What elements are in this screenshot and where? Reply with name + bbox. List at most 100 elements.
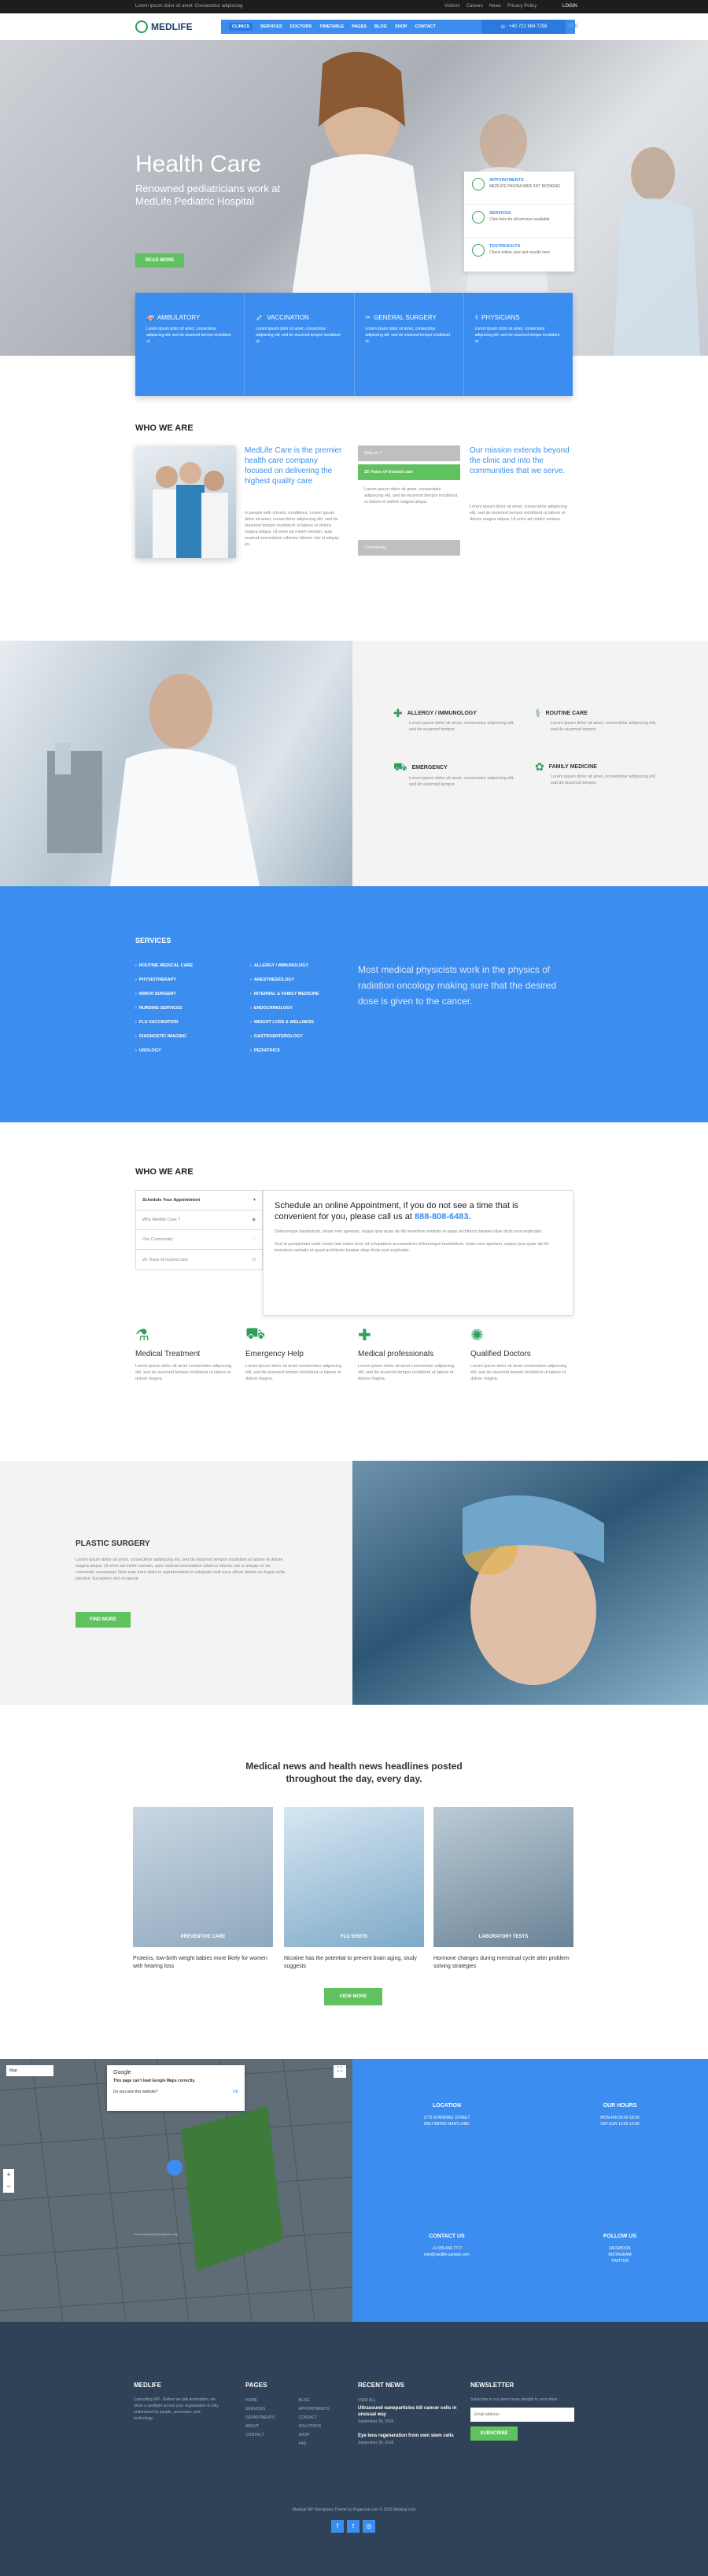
news-card-preventive[interactable]: PREVENTIVE CARE Proteins, low-birth weig… [133,1807,273,1971]
service-link[interactable]: GASTROENTEROLOGY [250,1029,360,1044]
footer-link[interactable]: FAQ [298,2440,340,2448]
footer-link[interactable]: SHOP [298,2431,340,2440]
footer-link[interactable]: DEPARTMENTS [245,2414,275,2423]
instagram-icon[interactable]: ◎ [363,2520,375,2533]
footer-news-title[interactable]: Eye lens regeneration from own stem cell… [358,2433,460,2439]
news-heading: Medical news and health news headlines p… [245,1761,463,1784]
nav-contact[interactable]: CONTACT [415,24,436,29]
map-search-box[interactable]: Map [6,2065,53,2076]
service-link[interactable]: ALLERGY / IMMUNOLOGY [250,959,360,973]
tab-25-years[interactable]: 25 Years of trusted care [358,464,460,480]
side-item-services[interactable]: SERVICES Click here for all services avai… [464,205,574,238]
login-link[interactable]: LOGIN [562,4,577,9]
news-section: Medical news and health news headlines p… [0,1705,708,2059]
contact-email[interactable]: info@medlife-sample.com [400,2252,494,2258]
accordion-item-schedule[interactable]: Schedule Your Appointment + [136,1191,262,1210]
follow-facebook[interactable]: FACEBOOK [573,2245,667,2252]
nav-clinics[interactable]: CLINICS [229,23,253,31]
footer-link[interactable]: CONTACT SOLUTIONS [298,2414,340,2431]
logo[interactable]: MEDLIFE [135,20,193,33]
fullscreen-icon[interactable]: ⛶ [334,2065,346,2078]
contact-phone[interactable]: +1-555-666-7777 [400,2245,494,2252]
footer-link[interactable]: SERVICES [245,2405,275,2414]
service-link[interactable]: UROLOGY [135,1044,245,1058]
service-link[interactable]: PEDIATRICS [250,1044,360,1058]
hours-heading: OUR HOURS [603,2103,637,2108]
footer-link[interactable]: HOME [245,2397,275,2405]
footer-link[interactable]: CONTACT [245,2431,275,2440]
side-item-testresults[interactable]: TESTRESULTS Check online your test result… [464,238,574,271]
tab-community[interactable]: Community [358,540,460,556]
services-quote: Most medical physicists work in the phys… [358,964,557,1007]
accordion-item-why[interactable]: Why Medlife Care ? ◉ [136,1210,262,1230]
map[interactable]: Map Google This page can't load Google M… [0,2059,352,2322]
service-link[interactable]: ANESTHESIOLOGY [250,973,360,987]
service-link[interactable]: ROUTINE MEDICAL CARE [135,959,245,973]
follow-twitter[interactable]: TWITTER [573,2258,667,2264]
news-title[interactable]: Hormone changes during menstrual cycle a… [433,1955,573,1971]
virus-icon: ✺ [470,1327,484,1344]
side-item-text: Check online your test results here [489,250,550,255]
news-card-flu[interactable]: FLU SHOTS Nicotine has the potential to … [284,1807,424,1971]
item-title: Medical professionals [358,1350,434,1358]
dialog-message: This page can't load Google Maps correct… [113,2079,196,2083]
feature-title: PHYSICIANS [481,314,520,321]
side-item-appointments[interactable]: APPOINTMENTS MEDLIFE PAGINA WEB 24/7 BOOK… [464,172,574,205]
newsletter-email-input[interactable] [470,2408,574,2422]
service-link[interactable]: NURSING SERVICES [135,1001,245,1015]
news-card-laboratory[interactable]: LABORATORY TESTS Hormone changes during … [433,1807,573,1971]
nav-doctors[interactable]: DOCTORS [290,24,312,29]
cart-icon[interactable]: 🛒0 [568,23,578,29]
who-lead: MedLife Care is the premier health care … [245,446,342,486]
lab-item-emergency: ⛟ EMERGENCY Lorem ipsum dolor sit amet, c… [393,760,519,788]
facebook-icon[interactable]: f [331,2520,344,2533]
subscribe-button[interactable]: SUBSCRIBE [470,2426,518,2441]
topbar-link-news[interactable]: News [489,4,501,9]
accordion-item-community[interactable]: Our Community ♡ [136,1230,262,1250]
follow-instagram[interactable]: INSTAGRAM [573,2252,667,2258]
service-link[interactable]: PHYSIOTHERAPY [135,973,245,987]
topbar-link-privacy[interactable]: Privacy Policy [507,4,537,9]
service-link[interactable]: MINOR SURGERY [135,987,245,1001]
zoom-controls[interactable]: + − [3,2169,14,2193]
topbar-link-careers[interactable]: Careers [466,4,483,9]
map-error-dialog: Google This page can't load Google Maps … [107,2065,245,2111]
footer-social: f t ◎ [331,2520,375,2533]
accordion-item-years[interactable]: 25 Years of trusted care ◷ [136,1250,262,1270]
news-title[interactable]: Nicotine has the potential to prevent br… [284,1955,424,1971]
tab-why-us[interactable]: Why us ? [358,445,460,461]
lab-item-routine: ⚕ ROUTINE CARE Lorem ipsum dolor sit amet… [535,707,661,733]
footer-news-title[interactable]: Ultrasound nanoparticles kill cancer cel… [358,2405,460,2418]
topbar-text: Lorem ipsum dolor sit amet: Consectetur … [135,4,243,9]
appointment-phone[interactable]: 888-808-6483. [415,1212,471,1221]
lab-item-text: Lorem ipsum dolor sit amet, consectetur … [409,776,514,787]
news-label: PREVENTIVE CARE [180,1935,226,1939]
footer-link[interactable]: APPOINTMENTS [298,2405,340,2414]
topbar-link-visitors[interactable]: Visitors [444,4,460,9]
nav-blog[interactable]: BLOG [374,24,387,29]
nav-services[interactable]: SERVICES [260,24,282,29]
service-link[interactable]: WEIGHT LOSS & WELLNESS [250,1015,360,1029]
nav-pages[interactable]: PAGES [352,24,367,29]
service-link[interactable]: ENDOCRINOLOGY [250,1001,360,1015]
hero-read-more-button[interactable]: READ MORE [135,253,184,268]
follow-heading: FOLLOW US [603,2234,636,2239]
service-link[interactable]: FLU VACCINATION [135,1015,245,1029]
service-link[interactable]: DIAGNOSTIC IMAGING [135,1029,245,1044]
view-more-button[interactable]: VIEW MORE [324,1988,382,2005]
service-link[interactable]: INTERNAL & FAMILY MEDICINE [250,987,360,1001]
phone-box[interactable]: ☏ +40 722 884 7256 [481,20,566,34]
find-more-button[interactable]: FIND MORE [76,1612,131,1628]
who-section-2: WHO WE ARE Schedule Your Appointment + Wh… [0,1122,708,1461]
footer-news-heading: RECENT NEWS [358,2382,405,2389]
footer-news-all[interactable]: VIEW ALL [358,2397,460,2405]
feature-surgery: ✂ GENERAL SURGERY Lorem ipsum dolor sit a… [355,293,464,396]
footer-link[interactable]: ABOUT [245,2423,275,2431]
nav-shop[interactable]: SHOP [395,24,407,29]
news-title[interactable]: Proteins, low-birth weight babies more l… [133,1955,273,1971]
footer: MEDLIFE Consulting WP - Before we talk d… [0,2322,708,2576]
nav-timetable[interactable]: TIMETABLE [319,24,344,29]
footer-link[interactable]: BLOG [298,2397,340,2405]
twitter-icon[interactable]: t [347,2520,360,2533]
dialog-ok-button[interactable]: OK [233,2090,238,2094]
